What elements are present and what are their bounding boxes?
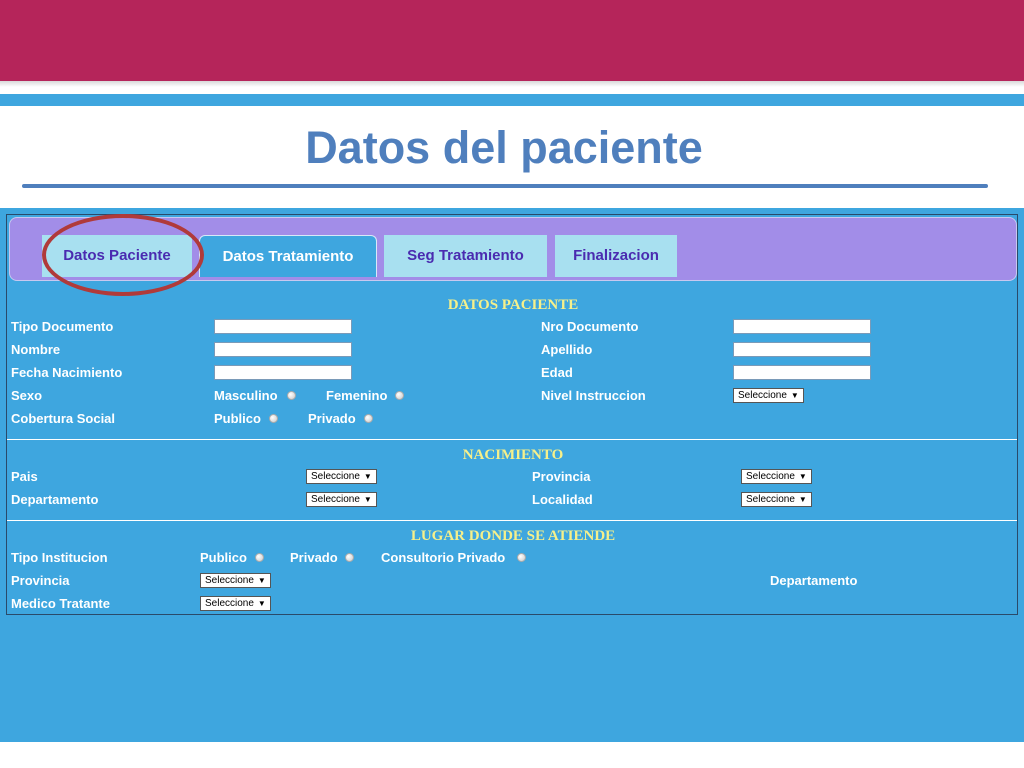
caret-down-icon: ▼: [257, 599, 266, 608]
masculino-radio[interactable]: [287, 391, 296, 400]
label-localidad: Localidad: [532, 492, 593, 507]
select-value: Seleccione: [311, 494, 360, 505]
nombre-input[interactable]: [214, 342, 352, 357]
label-institucion-privado: Privado: [290, 550, 338, 565]
label-nombre: Nombre: [11, 342, 61, 357]
banner-shadow: [0, 81, 1024, 87]
label-fecha-nacimiento: Fecha Nacimiento: [11, 365, 123, 380]
label-pais: Pais: [11, 469, 38, 484]
label-masculino: Masculino: [214, 388, 278, 403]
label-nivel-instruccion: Nivel Instruccion: [541, 388, 646, 403]
section-divider: [7, 520, 1017, 521]
caret-down-icon: ▼: [363, 472, 372, 481]
label-medico-tratante: Medico Tratante: [11, 596, 110, 611]
cobertura-publico-radio[interactable]: [269, 414, 278, 423]
institucion-privado-radio[interactable]: [345, 553, 354, 562]
localidad-select[interactable]: Seleccione ▼: [741, 492, 812, 507]
patient-form: Datos Paciente Datos Tratamiento Seg Tra…: [6, 214, 1018, 615]
label-sexo: Sexo: [11, 388, 43, 403]
select-value: Seleccione: [746, 471, 795, 482]
medico-tratante-select[interactable]: Seleccione ▼: [200, 596, 271, 611]
label-consultorio-privado: Consultorio Privado: [381, 550, 506, 565]
select-value: Seleccione: [738, 390, 787, 401]
consultorio-privado-radio[interactable]: [517, 553, 526, 562]
tab-finalizacion[interactable]: Finalizacion: [555, 235, 677, 277]
accent-bar: [0, 94, 1024, 106]
nro-documento-input[interactable]: [733, 319, 871, 334]
departamento-select[interactable]: Seleccione ▼: [306, 492, 377, 507]
section-title-lugar: LUGAR DONDE SE ATIENDE: [410, 528, 616, 544]
top-banner: [0, 0, 1024, 81]
femenino-radio[interactable]: [395, 391, 404, 400]
tab-datos-paciente[interactable]: Datos Paciente: [42, 235, 192, 277]
cobertura-privado-radio[interactable]: [364, 414, 373, 423]
label-cobertura-social: Cobertura Social: [11, 411, 116, 426]
label-apellido: Apellido: [541, 342, 593, 357]
section-title-nacimiento: NACIMIENTO: [462, 447, 564, 463]
label-tipo-institucion: Tipo Institucion: [11, 550, 108, 565]
pais-select[interactable]: Seleccione ▼: [306, 469, 377, 484]
institucion-publico-radio[interactable]: [255, 553, 264, 562]
section-title-datos-paciente: DATOS PACIENTE: [447, 297, 579, 313]
apellido-input[interactable]: [733, 342, 871, 357]
select-value: Seleccione: [311, 471, 360, 482]
lugar-provincia-select[interactable]: Seleccione ▼: [200, 573, 271, 588]
caret-down-icon: ▼: [363, 495, 372, 504]
label-tipo-documento: Tipo Documento: [11, 319, 114, 334]
section-divider: [7, 439, 1017, 440]
label-nro-documento: Nro Documento: [541, 319, 639, 334]
label-femenino: Femenino: [326, 388, 388, 403]
caret-down-icon: ▼: [790, 391, 799, 400]
caret-down-icon: ▼: [798, 472, 807, 481]
provincia-select[interactable]: Seleccione ▼: [741, 469, 812, 484]
label-lugar-departamento: Departamento: [770, 573, 858, 588]
caret-down-icon: ▼: [257, 576, 266, 585]
label-edad: Edad: [541, 365, 573, 380]
tipo-documento-input[interactable]: [214, 319, 352, 334]
caret-down-icon: ▼: [798, 495, 807, 504]
title-underline: [22, 184, 988, 188]
label-cobertura-privado: Privado: [308, 411, 356, 426]
fecha-nacimiento-input[interactable]: [214, 365, 352, 380]
select-value: Seleccione: [205, 598, 254, 609]
tab-seg-tratamiento[interactable]: Seg Tratamiento: [384, 235, 547, 277]
edad-input[interactable]: [733, 365, 871, 380]
label-lugar-provincia: Provincia: [11, 573, 70, 588]
select-value: Seleccione: [746, 494, 795, 505]
select-value: Seleccione: [205, 575, 254, 586]
app-panel: Datos Paciente Datos Tratamiento Seg Tra…: [0, 208, 1024, 742]
nivel-instruccion-select[interactable]: Seleccione ▼: [733, 388, 804, 403]
tab-datos-tratamiento[interactable]: Datos Tratamiento: [199, 235, 377, 277]
label-institucion-publico: Publico: [200, 550, 247, 565]
label-departamento: Departamento: [11, 492, 99, 507]
label-cobertura-publico: Publico: [214, 411, 261, 426]
tab-bar: Datos Paciente Datos Tratamiento Seg Tra…: [9, 214, 1017, 296]
slide-title: Datos del paciente: [305, 122, 703, 173]
label-provincia: Provincia: [532, 469, 591, 484]
